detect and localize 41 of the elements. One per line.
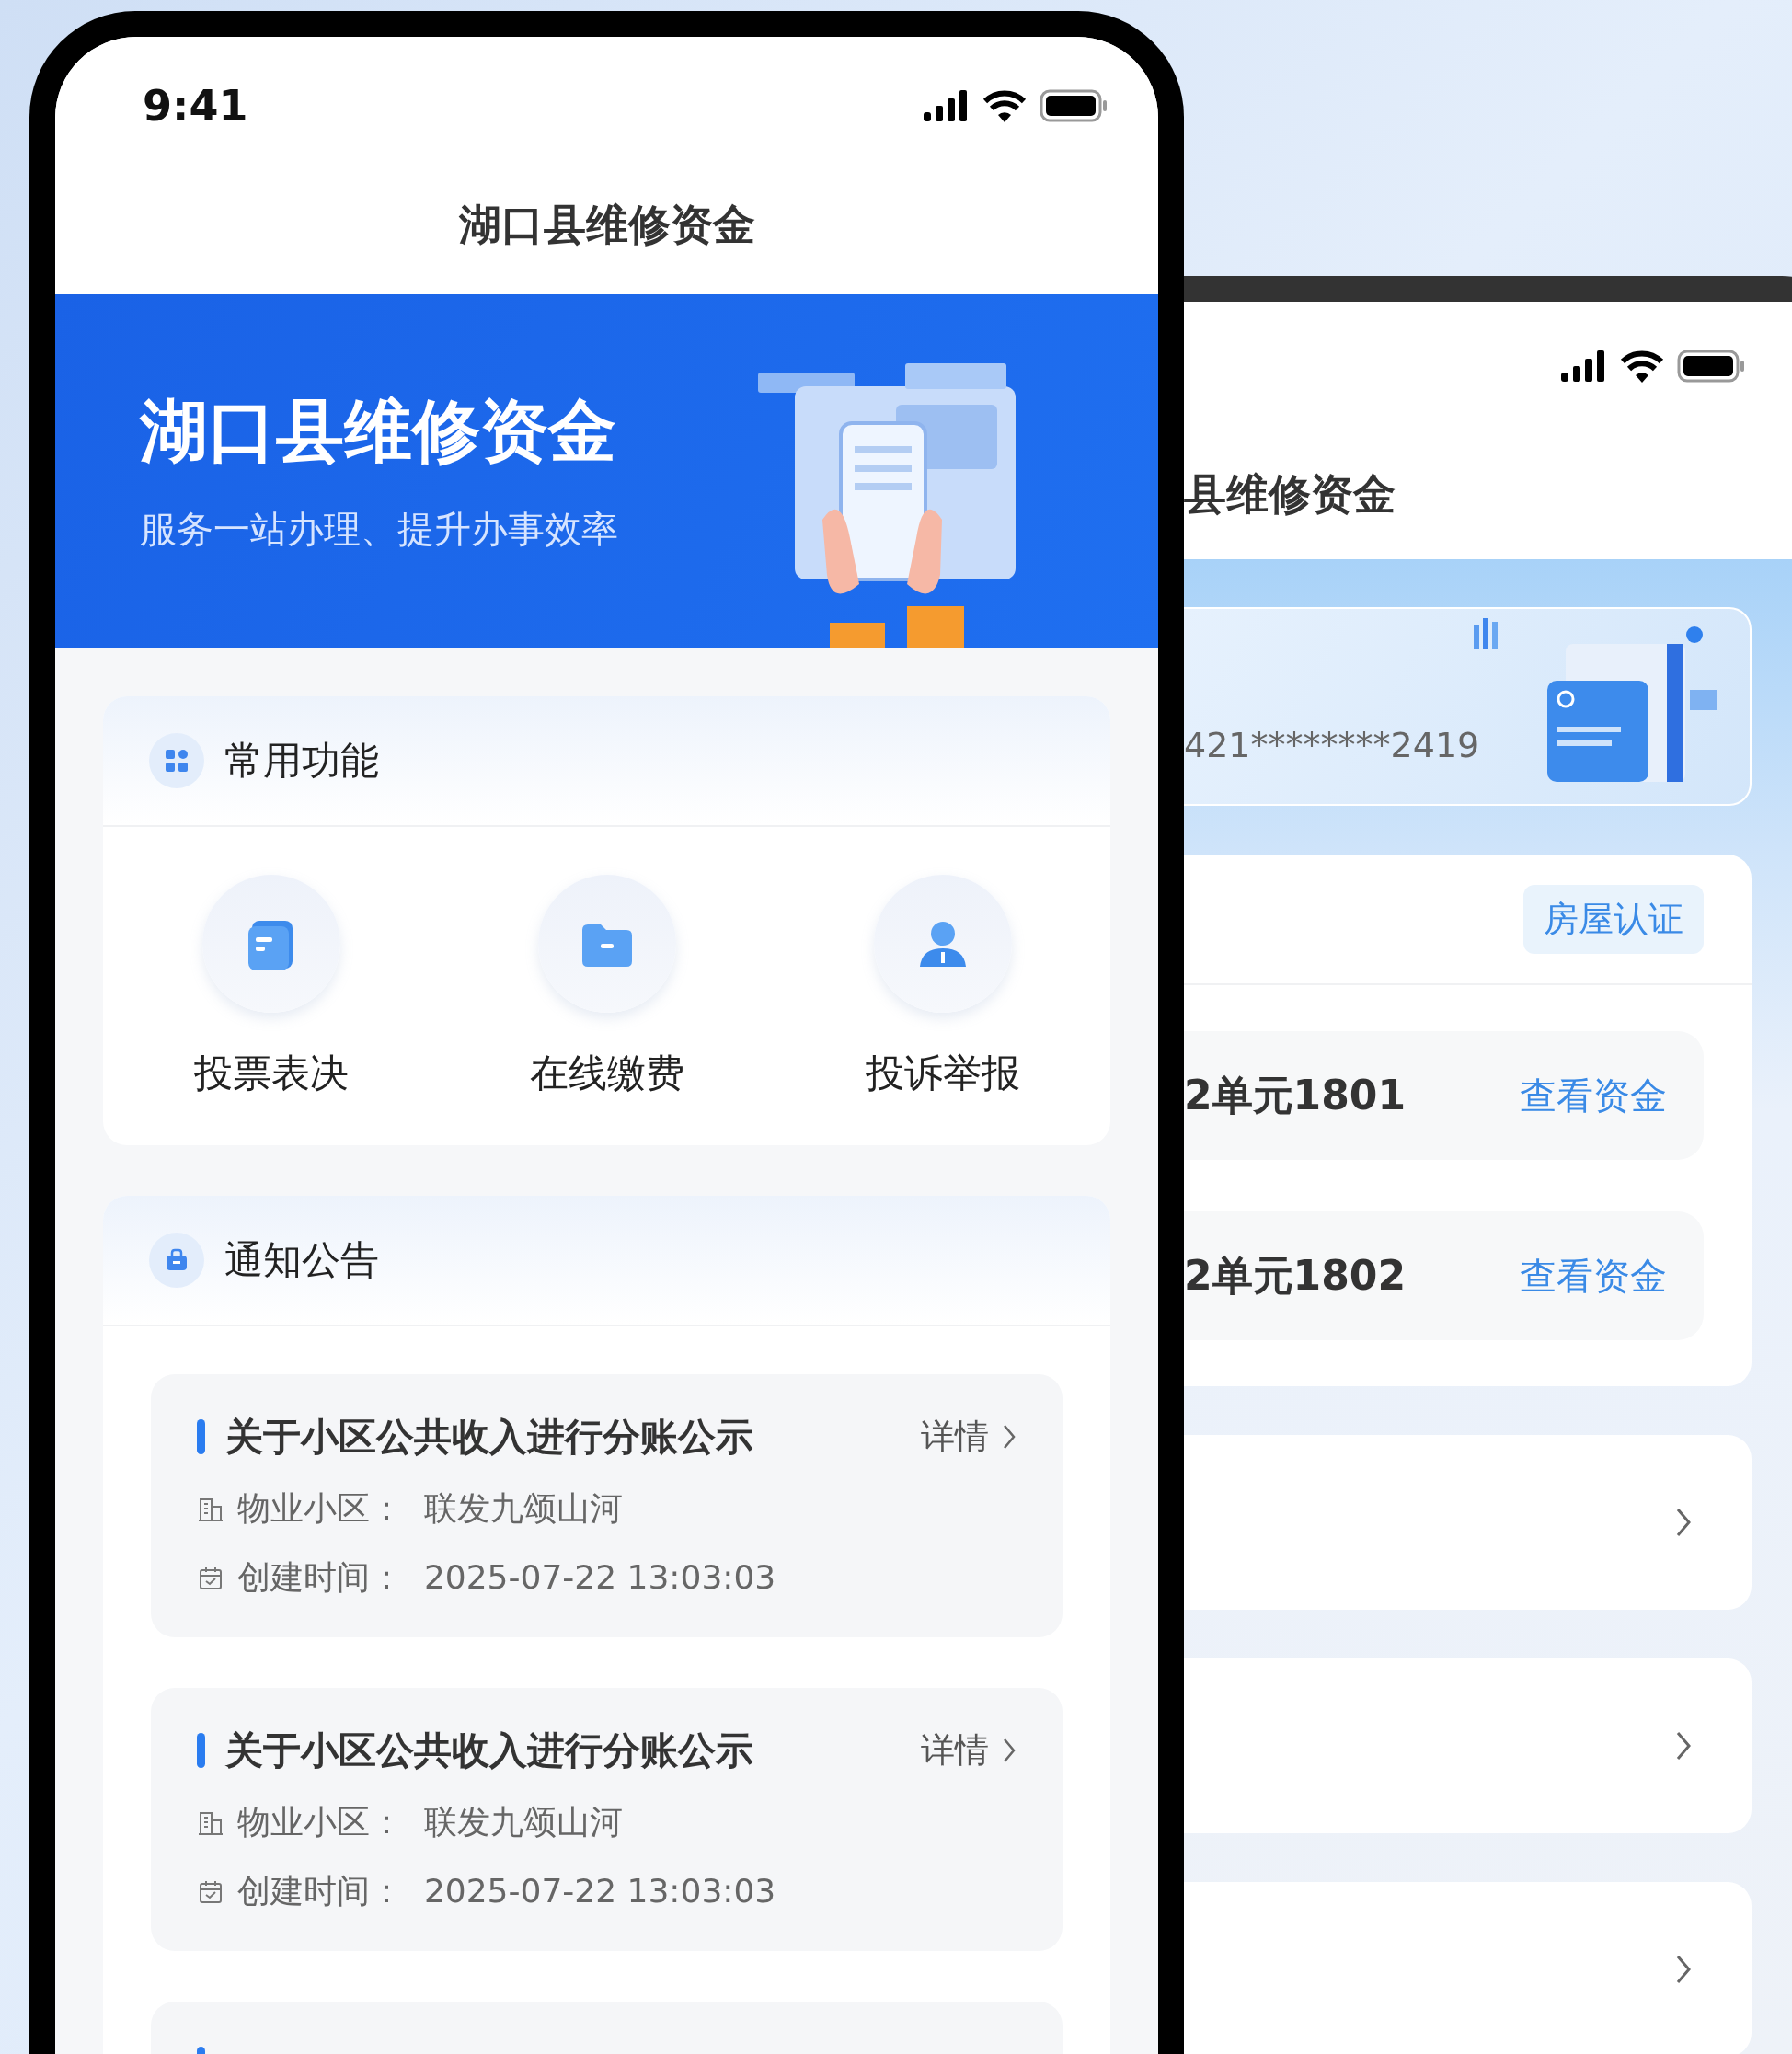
- function-label: 投票表决: [193, 1050, 349, 1097]
- section-title: 常用功能: [224, 737, 379, 785]
- menu-row[interactable]: [1184, 1882, 1752, 2054]
- notice-item[interactable]: 关于小区公共收入进行分账公示 详情 物业小区： 联发九颂山河 创建时间： 2025-07-22 13:03:03: [151, 1688, 1063, 1951]
- function-label: 在线缴费: [529, 1050, 684, 1097]
- created-time-text: 创建时间： 2025-07-22 13:03:03: [237, 1557, 776, 1598]
- menu-row[interactable]: [1184, 1435, 1752, 1610]
- community-text: 物业小区： 联发九颂山河: [237, 1802, 623, 1842]
- page-title: 县维修资金: [1184, 468, 1396, 521]
- signal-icon: [1561, 350, 1607, 382]
- notice-title: 关于小区公共收入进行分账公示: [225, 1413, 754, 1461]
- house-row[interactable]: 2单元1801 查看资金: [1184, 1031, 1704, 1160]
- banner-subtitle: 服务一站办理、提升办事效率: [140, 507, 618, 552]
- status-time: 9:41: [143, 81, 248, 131]
- notice-item[interactable]: 关于小区公共收入进行分账公示 详情 物业小区： 联发九颂山河 创建时间： 2025-07-22 13:03:03: [151, 1374, 1063, 1637]
- accent-bar: [197, 1419, 205, 1454]
- chevron-right-icon: [1675, 1954, 1692, 1985]
- chevron-right-icon: [1002, 1737, 1017, 1764]
- community-text: 物业小区： 联发九颂山河: [237, 1488, 623, 1529]
- house-row[interactable]: 2单元1802 查看资金: [1184, 1211, 1704, 1340]
- notice-title: 关于小区公共收入进行分账公示: [225, 1727, 754, 1774]
- banner-heading: 湖口县维修资金: [140, 390, 617, 472]
- wifi-icon: [982, 89, 1027, 122]
- page-title: 湖口县维修资金: [458, 199, 755, 251]
- house-name: 2单元1802: [1184, 1250, 1407, 1301]
- card-number: 421********2419: [1184, 725, 1480, 765]
- chevron-right-icon: [1675, 1507, 1692, 1538]
- house-name: 2单元1801: [1184, 1070, 1407, 1120]
- details-link[interactable]: 详情: [921, 1727, 989, 1773]
- wifi-icon: [1620, 350, 1664, 383]
- signal-icon: [924, 90, 970, 121]
- details-link[interactable]: 详情: [921, 1414, 989, 1460]
- accent-bar: [197, 1733, 205, 1768]
- chevron-right-icon: [1002, 1423, 1017, 1451]
- function-label: 投诉举报: [865, 1050, 1020, 1097]
- battery-icon: [1677, 350, 1745, 383]
- battery-icon: [1040, 89, 1108, 122]
- section-title: 通知公告: [224, 1236, 379, 1284]
- chevron-right-icon: [1675, 1730, 1692, 1761]
- created-time-text: 创建时间： 2025-07-22 13:03:03: [237, 1871, 776, 1911]
- menu-row[interactable]: [1184, 1658, 1752, 1833]
